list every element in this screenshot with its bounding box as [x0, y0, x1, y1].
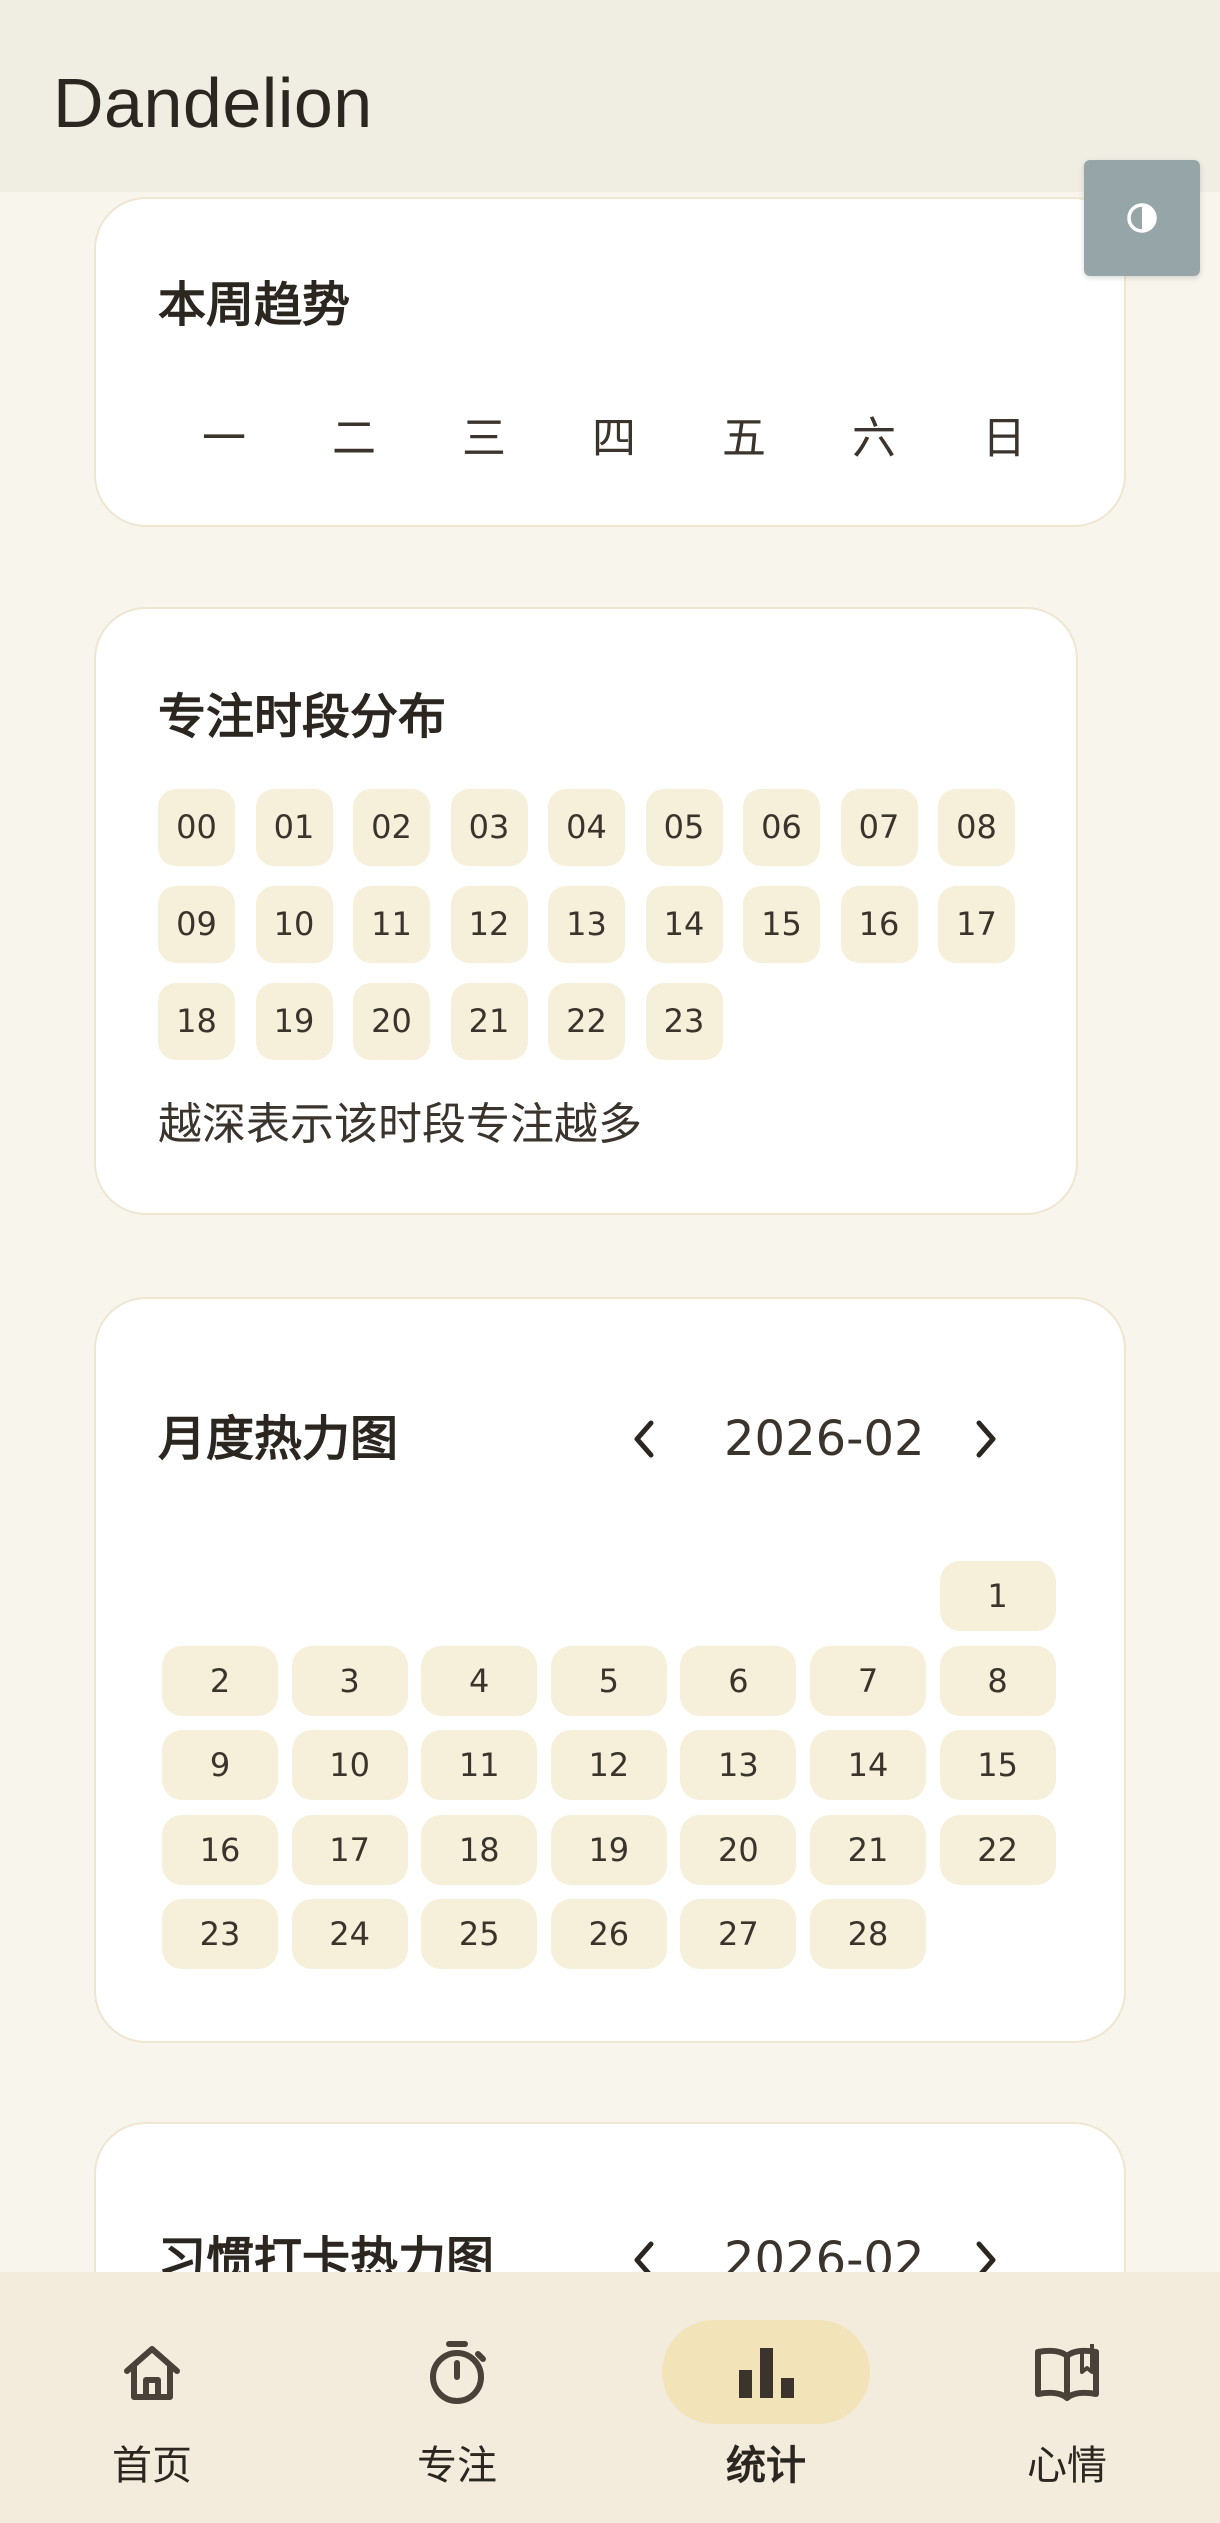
hour-cell: 16	[840, 886, 918, 963]
hour-cell: 03	[450, 789, 528, 866]
hour-cell: 09	[158, 886, 235, 963]
nav-label-home: 首页	[112, 2443, 192, 2489]
day-cell[interactable]: 22	[939, 1814, 1056, 1885]
hour-cell: 04	[548, 789, 625, 866]
hour-cell: 15	[743, 886, 820, 963]
day-cell[interactable]: 1	[939, 1561, 1056, 1631]
day-cell[interactable]: 25	[421, 1899, 538, 1970]
day-cell[interactable]: 16	[162, 1814, 278, 1885]
chevron-right-icon	[976, 1420, 996, 1458]
focus-legend-text: 越深表示该时段专注越多	[158, 1099, 642, 1150]
focus-distribution-title: 专注时段分布	[158, 689, 447, 745]
hour-cell: 17	[938, 886, 1015, 963]
nav-item-stats[interactable]: 统计	[662, 2272, 870, 2523]
hour-cell: 07	[840, 789, 918, 866]
hour-cell: 23	[645, 983, 723, 1060]
hour-cell: 06	[743, 789, 820, 866]
weekday-label: 日	[982, 413, 1026, 464]
day-cell[interactable]: 10	[291, 1730, 408, 1801]
hour-cell: 20	[353, 983, 430, 1060]
hour-cell: 02	[353, 789, 430, 866]
next-month-button[interactable]	[956, 1409, 1016, 1469]
hour-cell: 12	[450, 886, 528, 963]
day-cell[interactable]: 9	[162, 1730, 278, 1801]
hour-cell: 22	[548, 983, 625, 1060]
weekday-label: 三	[462, 413, 506, 464]
hour-cell: 19	[255, 983, 333, 1060]
month-label: 2026-02	[724, 1411, 925, 1467]
bottom-navigation: 首页 专注 统计 心情	[0, 2272, 1220, 2523]
bar-chart-icon	[739, 2348, 794, 2398]
nav-label-mood: 心情	[1027, 2443, 1107, 2489]
hour-cell: 01	[255, 789, 333, 866]
day-cell[interactable]: 19	[550, 1814, 667, 1885]
day-cell[interactable]: 21	[810, 1814, 926, 1885]
weekday-label: 六	[852, 413, 896, 464]
hour-cell: 18	[158, 983, 235, 1060]
day-cell[interactable]: 11	[421, 1730, 538, 1801]
hour-cell: 14	[645, 886, 723, 963]
day-cell[interactable]: 2	[162, 1645, 278, 1716]
hour-cell: 10	[255, 886, 333, 963]
home-icon	[124, 2346, 180, 2400]
day-cell[interactable]: 17	[291, 1814, 408, 1885]
hour-cell: 08	[938, 789, 1015, 866]
weekday-label: 一	[202, 413, 246, 464]
hour-cell: 05	[645, 789, 723, 866]
contrast-icon	[1127, 203, 1157, 233]
day-cell[interactable]: 12	[550, 1730, 667, 1801]
weekly-trend-title: 本周趋势	[158, 277, 351, 333]
day-cell[interactable]: 4	[421, 1645, 538, 1716]
weekday-label: 五	[722, 413, 766, 464]
nav-item-focus[interactable]: 专注	[357, 2272, 557, 2523]
app-title: Dandelion	[53, 64, 373, 142]
focus-distribution-card: 专注时段分布 00 01 02 03 04 05 06 07 08 09 10 11 12 13 14 15 1…	[94, 607, 1078, 1215]
weekday-label: 二	[332, 413, 376, 464]
weekday-label: 四	[592, 413, 636, 464]
hour-cell: 21	[450, 983, 528, 1060]
app-bar: Dandelion	[0, 0, 1220, 192]
day-cell[interactable]: 23	[162, 1899, 278, 1970]
hour-cell: 13	[548, 886, 625, 963]
day-cell[interactable]: 8	[939, 1645, 1056, 1716]
monthly-heatmap-title: 月度热力图	[158, 1411, 399, 1467]
day-cell[interactable]: 15	[939, 1730, 1056, 1801]
day-cell[interactable]: 6	[680, 1645, 797, 1716]
day-cell[interactable]: 18	[421, 1814, 538, 1885]
nav-item-mood[interactable]: 心情	[967, 2272, 1167, 2523]
day-cell[interactable]: 26	[550, 1899, 667, 1970]
chevron-left-icon	[634, 1420, 654, 1458]
day-cell[interactable]: 27	[680, 1899, 797, 1970]
day-cell[interactable]: 3	[291, 1645, 408, 1716]
hour-cell: 11	[353, 886, 430, 963]
day-cell[interactable]: 28	[810, 1899, 926, 1970]
nav-item-home[interactable]: 首页	[52, 2272, 252, 2523]
book-icon	[1035, 2344, 1099, 2401]
nav-label-stats: 统计	[726, 2443, 806, 2489]
day-cell[interactable]: 7	[810, 1645, 926, 1716]
day-cell[interactable]: 13	[680, 1730, 797, 1801]
day-cell[interactable]: 20	[680, 1814, 797, 1885]
nav-label-focus: 专注	[417, 2443, 497, 2489]
day-cell[interactable]: 5	[550, 1645, 667, 1716]
hour-cell: 00	[158, 789, 235, 866]
prev-month-button[interactable]	[614, 1409, 674, 1469]
monthly-heatmap-card: 月度热力图 2026-02 1 2 3 4 5 6 7 8 9 10 11 12 13 14 15 16 17 1…	[94, 1297, 1126, 2043]
weekly-trend-card: 本周趋势 一 二 三 四 五 六 日	[94, 197, 1126, 527]
theme-toggle-button[interactable]	[1084, 160, 1200, 276]
day-cell[interactable]: 14	[810, 1730, 926, 1801]
day-cell[interactable]: 24	[291, 1899, 408, 1970]
timer-icon	[430, 2341, 486, 2404]
